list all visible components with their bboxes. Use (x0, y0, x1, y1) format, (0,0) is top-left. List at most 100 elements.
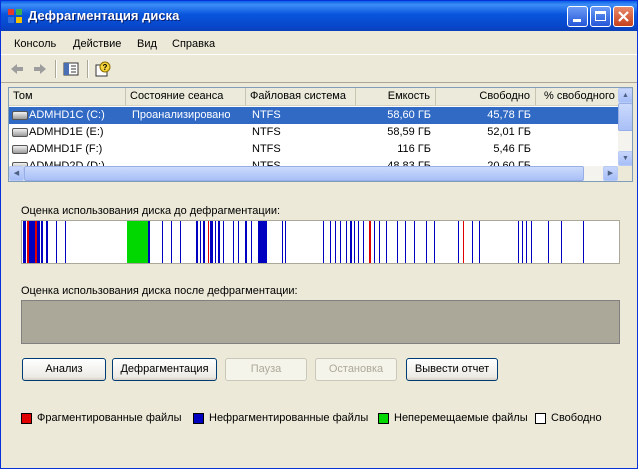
cluster-block (65, 221, 66, 263)
help-icon[interactable]: ? (95, 61, 111, 77)
defragment-button[interactable]: Дефрагментация (112, 358, 217, 381)
show-hide-console-tree-icon[interactable] (63, 61, 79, 77)
cluster-block (405, 221, 406, 263)
legend-free-swatch (535, 413, 546, 424)
legend-fragmented-label: Фрагментированные файлы (37, 412, 182, 424)
cluster-block (350, 221, 352, 263)
minimize-icon (573, 19, 581, 22)
title-bar[interactable]: Дефрагментация диска (1, 1, 637, 31)
cluster-block (223, 221, 224, 263)
menu-action[interactable]: Действие (73, 38, 121, 50)
column-header-free[interactable]: Свободно (436, 88, 536, 105)
cluster-block (561, 221, 562, 263)
vertical-scroll-thumb[interactable] (618, 103, 632, 131)
file-system: NTFS (252, 109, 281, 121)
usage-after-label: Оценка использования диска после дефрагм… (21, 285, 298, 297)
percent-free (536, 124, 614, 141)
cluster-block (369, 221, 371, 263)
cluster-block (180, 221, 181, 263)
cluster-block (386, 221, 387, 263)
cluster-block (171, 221, 172, 263)
maximize-button[interactable] (590, 6, 611, 27)
capacity: 58,60 ГБ (387, 109, 431, 121)
pause-button[interactable]: Пауза (225, 358, 307, 381)
table-row[interactable]: ADMHD1C (C:) Проанализировано NTFS 58,60… (9, 107, 619, 124)
minimize-button[interactable] (567, 6, 588, 27)
volume-name: ADMHD1C (C:) (29, 109, 105, 121)
table-row[interactable]: ADMHD1F (F:) NTFS 116 ГБ 5,46 ГБ (9, 141, 619, 158)
toolbar: ? (1, 56, 637, 83)
cluster-block (23, 221, 26, 263)
legend-contiguous-label: Нефрагментированные файлы (209, 412, 369, 424)
scroll-left-button[interactable]: ◀ (9, 166, 24, 181)
cluster-block (233, 221, 234, 263)
column-header-percent-free[interactable]: % свободного (536, 88, 619, 105)
scroll-up-button[interactable]: ▲ (618, 88, 632, 103)
cluster-block (282, 221, 283, 263)
legend-unmovable-swatch (378, 413, 389, 424)
cluster-block (245, 221, 247, 263)
menu-view[interactable]: Вид (137, 38, 157, 50)
column-header-volume[interactable]: Том (9, 88, 126, 105)
toolbar-separator (55, 60, 57, 78)
menu-help[interactable]: Справка (172, 38, 215, 50)
free-space: 5,46 ГБ (493, 143, 531, 155)
back-arrow-icon[interactable] (9, 61, 25, 77)
legend-unmovable-label: Неперемещаемые файлы (394, 412, 528, 424)
cluster-block (548, 221, 549, 263)
menu-bar: Консоль Действие Вид Справка (1, 32, 637, 55)
legend-free-label: Свободно (551, 412, 602, 424)
menu-console[interactable]: Консоль (14, 38, 56, 50)
column-header-status[interactable]: Состояние сеанса (126, 88, 246, 105)
cluster-block (472, 221, 473, 263)
column-header-filesystem[interactable]: Файловая система (246, 88, 356, 105)
free-space: 52,01 ГБ (487, 126, 531, 138)
cluster-block (323, 221, 324, 263)
vertical-scrollbar[interactable]: ▲ ▼ (618, 88, 632, 166)
cluster-block (127, 221, 148, 263)
free-space: 45,78 ГБ (487, 109, 531, 121)
cluster-block (335, 221, 336, 263)
percent-free (536, 107, 614, 124)
cluster-block (379, 221, 380, 263)
view-report-button[interactable]: Вывести отчет (406, 358, 498, 381)
percent-free (536, 141, 614, 158)
close-button[interactable] (613, 6, 634, 27)
cluster-block (330, 221, 331, 263)
cluster-block (258, 221, 267, 263)
file-system: NTFS (252, 143, 281, 155)
column-header-capacity[interactable]: Емкость (356, 88, 436, 105)
session-status: Проанализировано (132, 109, 231, 121)
cluster-block (200, 221, 201, 263)
legend-fragmented-swatch (21, 413, 32, 424)
defrag-app-icon (8, 9, 22, 23)
cluster-block (215, 221, 216, 263)
cluster-block (531, 221, 532, 263)
horizontal-scrollbar[interactable]: ◀ ▶ (9, 166, 618, 181)
cluster-block (340, 221, 341, 263)
scroll-down-button[interactable]: ▼ (618, 151, 632, 166)
cluster-block (426, 221, 427, 263)
close-icon (618, 11, 629, 22)
forward-arrow-icon[interactable] (32, 61, 48, 77)
analyze-button[interactable]: Анализ (22, 358, 106, 381)
horizontal-scroll-thumb[interactable] (24, 166, 584, 181)
usage-after-map (21, 300, 620, 344)
cluster-block (479, 221, 480, 263)
maximize-icon (595, 11, 606, 21)
cluster-block (285, 221, 286, 263)
cluster-block (238, 221, 239, 263)
drive-icon (12, 128, 28, 137)
cluster-block (196, 221, 198, 263)
cluster-block (434, 221, 435, 263)
capacity: 116 ГБ (397, 143, 431, 155)
stop-button[interactable]: Остановка (315, 358, 397, 381)
scroll-corner (618, 166, 632, 181)
volume-name: ADMHD1E (E:) (29, 126, 104, 138)
cluster-block (397, 221, 398, 263)
table-row[interactable]: ADMHD1E (E:) NTFS 58,59 ГБ 52,01 ГБ (9, 124, 619, 141)
scroll-right-button[interactable]: ▶ (603, 166, 618, 181)
drive-icon (12, 111, 28, 120)
defrag-window: Дефрагментация диска Консоль Действие Ви… (0, 0, 638, 469)
cluster-block (56, 221, 57, 263)
